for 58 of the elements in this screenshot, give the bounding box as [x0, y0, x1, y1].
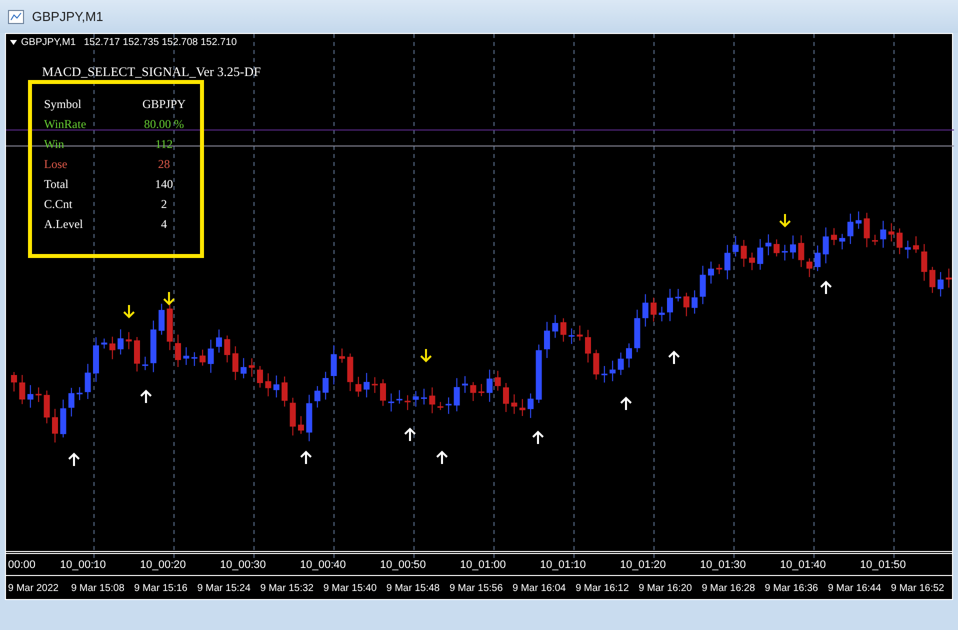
down-arrow-icon	[163, 291, 175, 306]
date-label: 9 Mar 15:40	[322, 582, 378, 596]
time-label: 10_01:40	[780, 558, 827, 573]
time-label: 10_00:20	[140, 558, 187, 573]
date-label: 9 Mar 15:24	[196, 582, 252, 596]
up-arrow-icon	[404, 428, 416, 442]
date-label: 9 Mar 15:16	[133, 582, 188, 596]
stat-label: Lose	[44, 156, 68, 173]
window-title: GBPJPY,M1	[32, 8, 104, 26]
stat-label: Total	[44, 176, 70, 193]
stat-label: Symbol	[44, 96, 82, 113]
date-label: 9 Mar 2022	[7, 582, 60, 596]
stat-label: C.Cnt	[44, 196, 74, 213]
time-label: 10_01:10	[540, 558, 587, 573]
date-label: 9 Mar 15:08	[70, 582, 126, 596]
up-arrow-icon	[140, 390, 152, 404]
up-arrow-icon	[620, 396, 632, 411]
date-label: 9 Mar 15:56	[448, 582, 504, 596]
up-arrow-icon	[436, 450, 448, 465]
date-label: 9 Mar 16:36	[764, 582, 820, 596]
time-label: 10_00:40	[300, 558, 347, 573]
price-readout: 152.717 152.735 152.708 152.710	[84, 36, 237, 50]
stat-value: 80.00 %	[143, 116, 185, 133]
time-label: 10_00:50	[380, 558, 427, 573]
stat-value: 140	[154, 176, 174, 193]
down-arrow-icon	[420, 348, 432, 362]
chart-window-icon	[8, 10, 24, 24]
date-label: 9 Mar 15:48	[385, 582, 441, 596]
down-arrow-icon	[779, 213, 791, 228]
date-label: 9 Mar 16:28	[700, 582, 756, 596]
up-arrow-icon	[668, 350, 680, 365]
up-arrow-icon	[532, 430, 544, 445]
up-arrow-icon	[68, 452, 80, 467]
stat-value: 2	[160, 196, 168, 213]
time-label: 10_00:30	[220, 558, 267, 573]
stat-value: GBPJPY	[141, 96, 187, 113]
chart-symbol: GBPJPY,M1	[21, 36, 76, 50]
date-label: 9 Mar 16:52	[890, 582, 946, 596]
stat-label: A.Level	[44, 216, 84, 233]
stat-label: WinRate	[44, 116, 88, 133]
collapse-triangle-icon[interactable]	[10, 40, 17, 44]
indicator-title: MACD_SELECT_SIGNAL_Ver 3.25-DF	[42, 63, 261, 81]
date-label: 9 Mar 16:04	[512, 582, 567, 596]
up-arrow-icon	[300, 450, 312, 465]
time-label: 10_01:00	[460, 558, 507, 573]
date-label: 9 Mar 16:44	[826, 582, 882, 596]
time-label: 10_01:50	[860, 558, 907, 573]
time-label: 10_01:20	[620, 558, 667, 573]
date-label: 9 Mar 16:20	[638, 582, 693, 596]
stat-value: 4	[160, 216, 168, 233]
time-label: 10_00:10	[60, 558, 107, 573]
up-arrow-icon	[820, 280, 832, 295]
time-label: 10_01:30	[700, 558, 747, 573]
date-label: 9 Mar 15:32	[259, 582, 315, 596]
date-label: 9 Mar 16:12	[574, 582, 630, 596]
time-label: 00:00	[7, 558, 37, 573]
stat-value: 28	[157, 156, 171, 173]
down-arrow-icon	[123, 304, 135, 318]
